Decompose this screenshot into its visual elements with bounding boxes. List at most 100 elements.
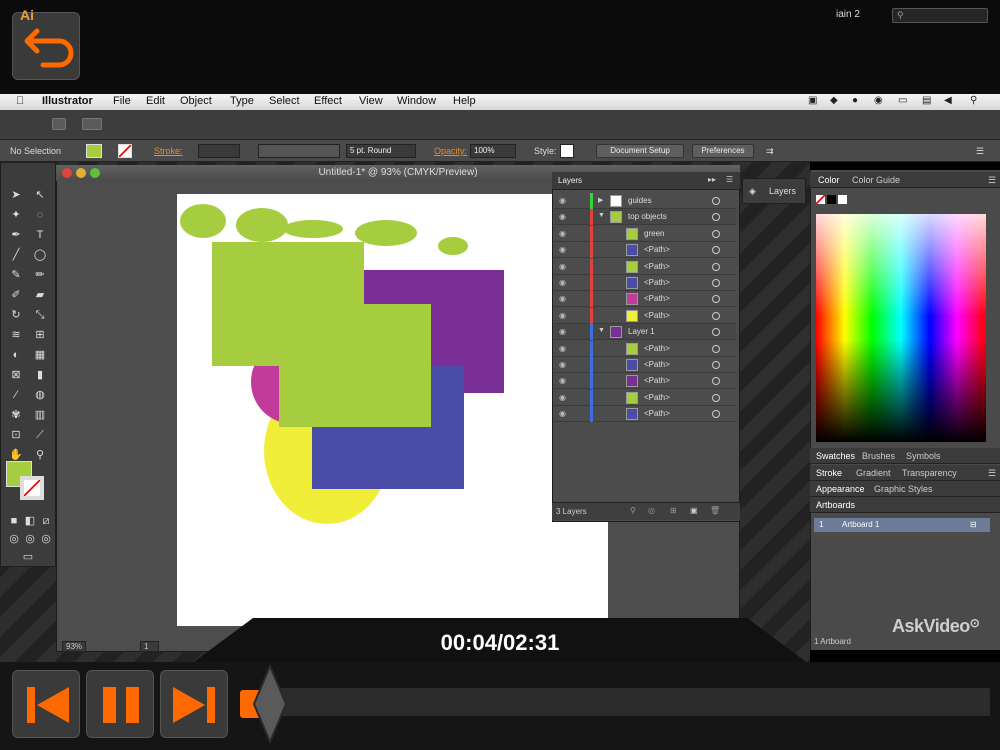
pen-tool-icon[interactable]: ✒ [7,227,25,243]
layer-row[interactable]: ◉ <Path> [554,389,736,406]
panel-menu-icon[interactable]: ☰ [988,172,996,188]
mesh-tool-icon[interactable]: ⊠ [7,367,25,383]
line-tool-icon[interactable]: ╱ [7,247,25,263]
target-icon[interactable] [712,328,720,337]
visibility-eye-icon[interactable]: ◉ [559,360,568,369]
menu-effect[interactable]: Effect [314,95,342,107]
locate-object-icon[interactable]: ⚲ [630,506,636,515]
tab-transparency[interactable]: Transparency [902,465,957,481]
target-icon[interactable] [712,229,720,238]
document-setup-button[interactable]: Document Setup [596,144,684,158]
variable-width-field[interactable] [258,144,340,158]
layer-row[interactable]: ◉ <Path> [554,307,736,324]
tab-color[interactable]: Color [818,172,840,188]
artboard-canvas[interactable] [177,194,608,626]
layer-row[interactable]: ◉ <Path> [554,373,736,390]
minimize-window-icon[interactable] [76,168,86,178]
perspective-grid-tool-icon[interactable]: ▦ [31,347,49,363]
visibility-eye-icon[interactable]: ◉ [559,262,568,271]
layer-row[interactable]: ◉ <Path> [554,258,736,275]
display-icon[interactable]: ▭ [898,95,907,106]
bridge-icon[interactable] [52,118,66,130]
menu-select[interactable]: Select [269,95,300,107]
tab-symbols[interactable]: Symbols [906,448,941,464]
close-window-icon[interactable] [62,168,72,178]
shape-builder-tool-icon[interactable]: ◐ [7,347,25,363]
none-swatch[interactable] [816,195,825,204]
opacity-label[interactable]: Opacity: [434,146,467,156]
menu-edit[interactable]: Edit [146,95,165,107]
visibility-eye-icon[interactable]: ◉ [559,409,568,418]
rotate-tool-icon[interactable]: ↻ [7,307,25,323]
seek-bar-handle[interactable] [252,663,288,745]
symbol-sprayer-tool-icon[interactable]: ✾ [7,407,25,423]
expand-arrow-icon[interactable]: ▼ [598,212,605,219]
layers-dock-button[interactable]: ◈ Layers [742,178,806,204]
gradient-tool-icon[interactable]: ▮ [31,367,49,383]
paintbrush-tool-icon[interactable]: ✎ [7,267,25,283]
layer-row[interactable]: ◉ <Path> [554,406,736,423]
panel-menu-icon[interactable]: ☰ [726,175,733,184]
lasso-tool-icon[interactable]: ◌ [31,207,49,223]
visibility-eye-icon[interactable]: ◉ [559,278,568,287]
blob-brush-tool-icon[interactable]: ✐ [7,287,25,303]
visibility-eye-icon[interactable]: ◉ [559,196,568,205]
layers-panel-tab[interactable]: Layers ▸▸ ☰ [552,172,740,190]
graph-tool-icon[interactable]: ▥ [31,407,49,423]
layer-row[interactable]: ◉ green [554,225,736,242]
delete-layer-icon[interactable]: 🗑 [710,506,720,515]
brush-definition-field[interactable]: 5 pt. Round [346,144,416,158]
tab-brushes[interactable]: Brushes [862,448,895,464]
target-icon[interactable] [712,377,720,386]
screen-mode-icon[interactable]: ▭ [19,549,37,565]
stroke-weight-field[interactable] [198,144,240,158]
artboard-list-item[interactable]: 1 Artboard 1 ⊟ [814,518,990,532]
stroke-color-control[interactable] [118,144,132,158]
new-layer-icon[interactable]: ▣ [690,506,698,515]
visibility-eye-icon[interactable]: ◉ [559,327,568,336]
target-icon[interactable] [712,279,720,287]
visibility-eye-icon[interactable]: ◉ [559,376,568,385]
video-icon[interactable]: ▣ [808,95,817,106]
none-mode-icon[interactable]: ⧄ [37,513,55,529]
tab-gradient[interactable]: Gradient [856,465,891,481]
arrange-documents-icon[interactable] [82,118,102,130]
menu-file[interactable]: File [113,95,131,107]
visibility-eye-icon[interactable]: ◉ [559,212,568,221]
menu-illustrator[interactable]: Illustrator [42,95,93,107]
graphic-style-control[interactable] [560,144,574,158]
draw-inside-icon[interactable]: ◎ [37,531,55,547]
visibility-eye-icon[interactable]: ◉ [559,294,568,303]
artboard-navigation-field[interactable]: 1 [140,641,160,652]
ellipse-tool-icon[interactable]: ◯ [31,247,49,263]
layer-row[interactable]: ◉ ▶ guides [554,193,736,209]
menu-type[interactable]: Type [230,95,254,107]
target-icon[interactable] [712,295,720,304]
expand-arrow-icon[interactable]: ▼ [598,327,605,334]
target-icon[interactable] [712,393,720,402]
eraser-tool-icon[interactable]: ▰ [31,287,49,303]
type-tool-icon[interactable]: T [31,227,49,243]
target-icon[interactable] [712,311,720,320]
black-swatch[interactable] [827,195,836,204]
panel-menu-icon[interactable]: ☰ [988,465,996,481]
target-icon[interactable] [712,246,720,255]
visibility-eye-icon[interactable]: ◉ [559,229,568,238]
tab-appearance[interactable]: Appearance [816,481,865,497]
collapse-panel-icon[interactable]: ▸▸ [708,175,716,184]
magic-wand-tool-icon[interactable]: ✦ [7,207,25,223]
direct-selection-tool-icon[interactable]: ↖ [31,187,49,203]
expand-arrow-icon[interactable]: ▶ [598,196,603,204]
zoom-field[interactable]: 93% [62,641,87,652]
tab-stroke[interactable]: Stroke [816,465,842,481]
slice-tool-icon[interactable]: ⟋ [31,427,49,443]
stroke-label[interactable]: Stroke: [154,146,183,156]
layer-row[interactable]: ◉ ▼ top objects [554,209,736,226]
fill-color-control[interactable] [86,144,102,158]
apple-icon[interactable]:  [16,95,24,107]
selection-tool-icon[interactable]: ➤ [7,187,25,203]
sync-icon[interactable]: ◉ [874,95,883,106]
previous-button[interactable] [12,670,80,738]
target-icon[interactable] [712,410,720,419]
warp-tool-icon[interactable]: ≋ [7,327,25,343]
